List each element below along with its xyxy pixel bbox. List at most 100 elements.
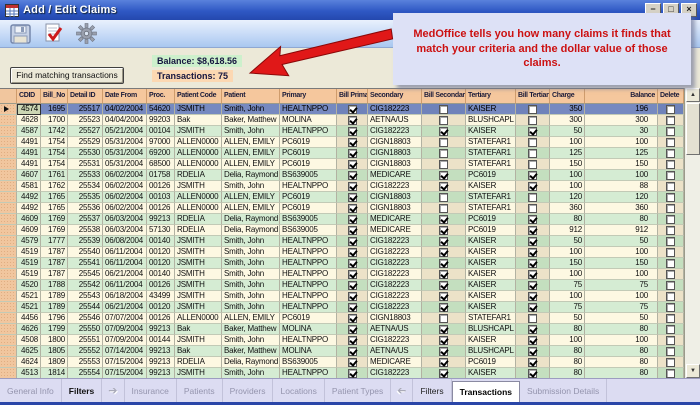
column-header-bill-no[interactable]: Bill_No [41,89,68,104]
proc-cell[interactable]: 99203 [147,115,175,126]
patient-code-cell[interactable]: JSMITH [175,291,222,302]
row-selector[interactable] [0,192,17,203]
balance-cell[interactable]: 50 [585,236,658,247]
detail-id-cell[interactable]: 25543 [68,291,103,302]
detail-id-cell[interactable]: 25542 [68,280,103,291]
cdid-cell[interactable]: 4491 [17,137,41,148]
bill-no-cell[interactable]: 1787 [41,258,68,269]
bill-primary-checkbox[interactable] [348,281,357,290]
primary-cell[interactable]: HEALTNPPO [280,104,337,115]
primary-cell[interactable]: HEALTNPPO [280,302,337,313]
date-from-cell[interactable]: 06/02/2004 [103,170,147,181]
vertical-scrollbar[interactable]: ▲ ▼ [684,88,700,378]
date-from-cell[interactable]: 06/03/2004 [103,214,147,225]
primary-cell[interactable]: HEALTNPPO [280,258,337,269]
tertiary-cell[interactable]: STATEFAR1 [466,148,516,159]
primary-cell[interactable]: HEALTNPPO [280,291,337,302]
delete-checkbox[interactable] [666,270,675,279]
bill-secondary-checkbox[interactable] [439,248,448,257]
primary-cell[interactable]: PC6019 [280,203,337,214]
row-selector[interactable] [0,280,17,291]
balance-cell[interactable]: 80 [585,357,658,368]
bill-secondary-checkbox[interactable] [439,281,448,290]
validate-claims-button[interactable] [41,23,65,45]
patient-code-cell[interactable]: ALLEN0000 [175,192,222,203]
bill-primary-checkbox[interactable] [348,138,357,147]
tab-transactions[interactable]: Transactions [452,381,520,402]
tertiary-cell[interactable]: PC6019 [466,357,516,368]
bill-no-cell[interactable]: 1777 [41,236,68,247]
bill-primary-checkbox[interactable] [348,171,357,180]
delete-checkbox[interactable] [666,248,675,257]
bill-secondary-checkbox[interactable] [439,270,448,279]
proc-cell[interactable]: 00103 [147,192,175,203]
cdid-cell[interactable]: 4520 [17,280,41,291]
patient-cell[interactable]: ALLEN, EMILY [222,159,280,170]
detail-id-cell[interactable]: 25538 [68,225,103,236]
proc-cell[interactable]: 00126 [147,203,175,214]
proc-cell[interactable]: 57130 [147,225,175,236]
tertiary-cell[interactable]: STATEFAR1 [466,137,516,148]
charge-cell[interactable]: 80 [550,324,585,335]
charge-cell[interactable]: 100 [550,291,585,302]
bill-secondary-checkbox[interactable] [439,369,448,378]
detail-id-cell[interactable]: 25539 [68,236,103,247]
patient-cell[interactable]: ALLEN, EMILY [222,148,280,159]
table-row[interactable]: 449217652553506/02/200400103ALLEN0000ALL… [0,192,700,203]
cdid-cell[interactable]: 4519 [17,247,41,258]
bill-secondary-checkbox[interactable] [439,336,448,345]
tertiary-cell[interactable]: BLUSHCAPL [466,324,516,335]
bill-primary-checkbox[interactable] [348,259,357,268]
delete-checkbox[interactable] [666,116,675,125]
delete-checkbox[interactable] [666,160,675,169]
secondary-cell[interactable]: MEDICARE [368,357,422,368]
column-header-proc[interactable]: Proc. [147,89,175,104]
tertiary-cell[interactable]: BLUSHCAPL [466,346,516,357]
date-from-cell[interactable]: 06/21/2004 [103,302,147,313]
bill-secondary-checkbox[interactable] [439,292,448,301]
delete-checkbox[interactable] [666,237,675,246]
primary-cell[interactable]: PC6019 [280,313,337,324]
proc-cell[interactable]: 00126 [147,313,175,324]
bill-tertiary-checkbox[interactable] [528,248,537,257]
row-selector[interactable] [0,203,17,214]
proc-cell[interactable]: 99213 [147,346,175,357]
column-header-bill-primary[interactable]: Bill Primary [337,89,368,104]
secondary-cell[interactable]: CIG182223 [368,236,422,247]
patient-code-cell[interactable]: Bak [175,324,222,335]
row-selector[interactable] [0,357,17,368]
detail-id-cell[interactable]: 25541 [68,258,103,269]
bill-primary-checkbox[interactable] [348,149,357,158]
bill-no-cell[interactable]: 1769 [41,225,68,236]
cdid-cell[interactable]: 4609 [17,225,41,236]
table-row[interactable]: 460917692553806/03/200457130RDELIADelia,… [0,225,700,236]
detail-id-cell[interactable]: 25551 [68,335,103,346]
charge-cell[interactable]: 150 [550,159,585,170]
patient-cell[interactable]: Smith, John [222,104,280,115]
primary-cell[interactable]: HEALTNPPO [280,181,337,192]
bill-no-cell[interactable]: 1796 [41,313,68,324]
delete-checkbox[interactable] [666,171,675,180]
row-selector[interactable] [0,115,17,126]
proc-cell[interactable]: 00120 [147,247,175,258]
tertiary-cell[interactable]: KAISER [466,280,516,291]
row-selector[interactable] [0,258,17,269]
detail-id-cell[interactable]: 25523 [68,115,103,126]
patient-cell[interactable]: ALLEN, EMILY [222,313,280,324]
bill-tertiary-checkbox[interactable] [528,270,537,279]
bill-secondary-checkbox[interactable] [439,259,448,268]
balance-cell[interactable]: 80 [585,324,658,335]
tertiary-cell[interactable]: PC6019 [466,170,516,181]
patient-code-cell[interactable]: JSMITH [175,280,222,291]
bill-secondary-checkbox[interactable] [439,358,448,367]
detail-id-cell[interactable]: 25527 [68,126,103,137]
detail-id-cell[interactable]: 25536 [68,203,103,214]
bill-secondary-checkbox[interactable] [439,314,448,323]
delete-checkbox[interactable] [666,314,675,323]
patient-code-cell[interactable]: ALLEN0000 [175,137,222,148]
bill-no-cell[interactable]: 1800 [41,335,68,346]
column-header-bill-secondary[interactable]: Bill Secondary [422,89,466,104]
charge-cell[interactable]: 100 [550,170,585,181]
detail-id-cell[interactable]: 25534 [68,181,103,192]
proc-cell[interactable]: 43499 [147,291,175,302]
